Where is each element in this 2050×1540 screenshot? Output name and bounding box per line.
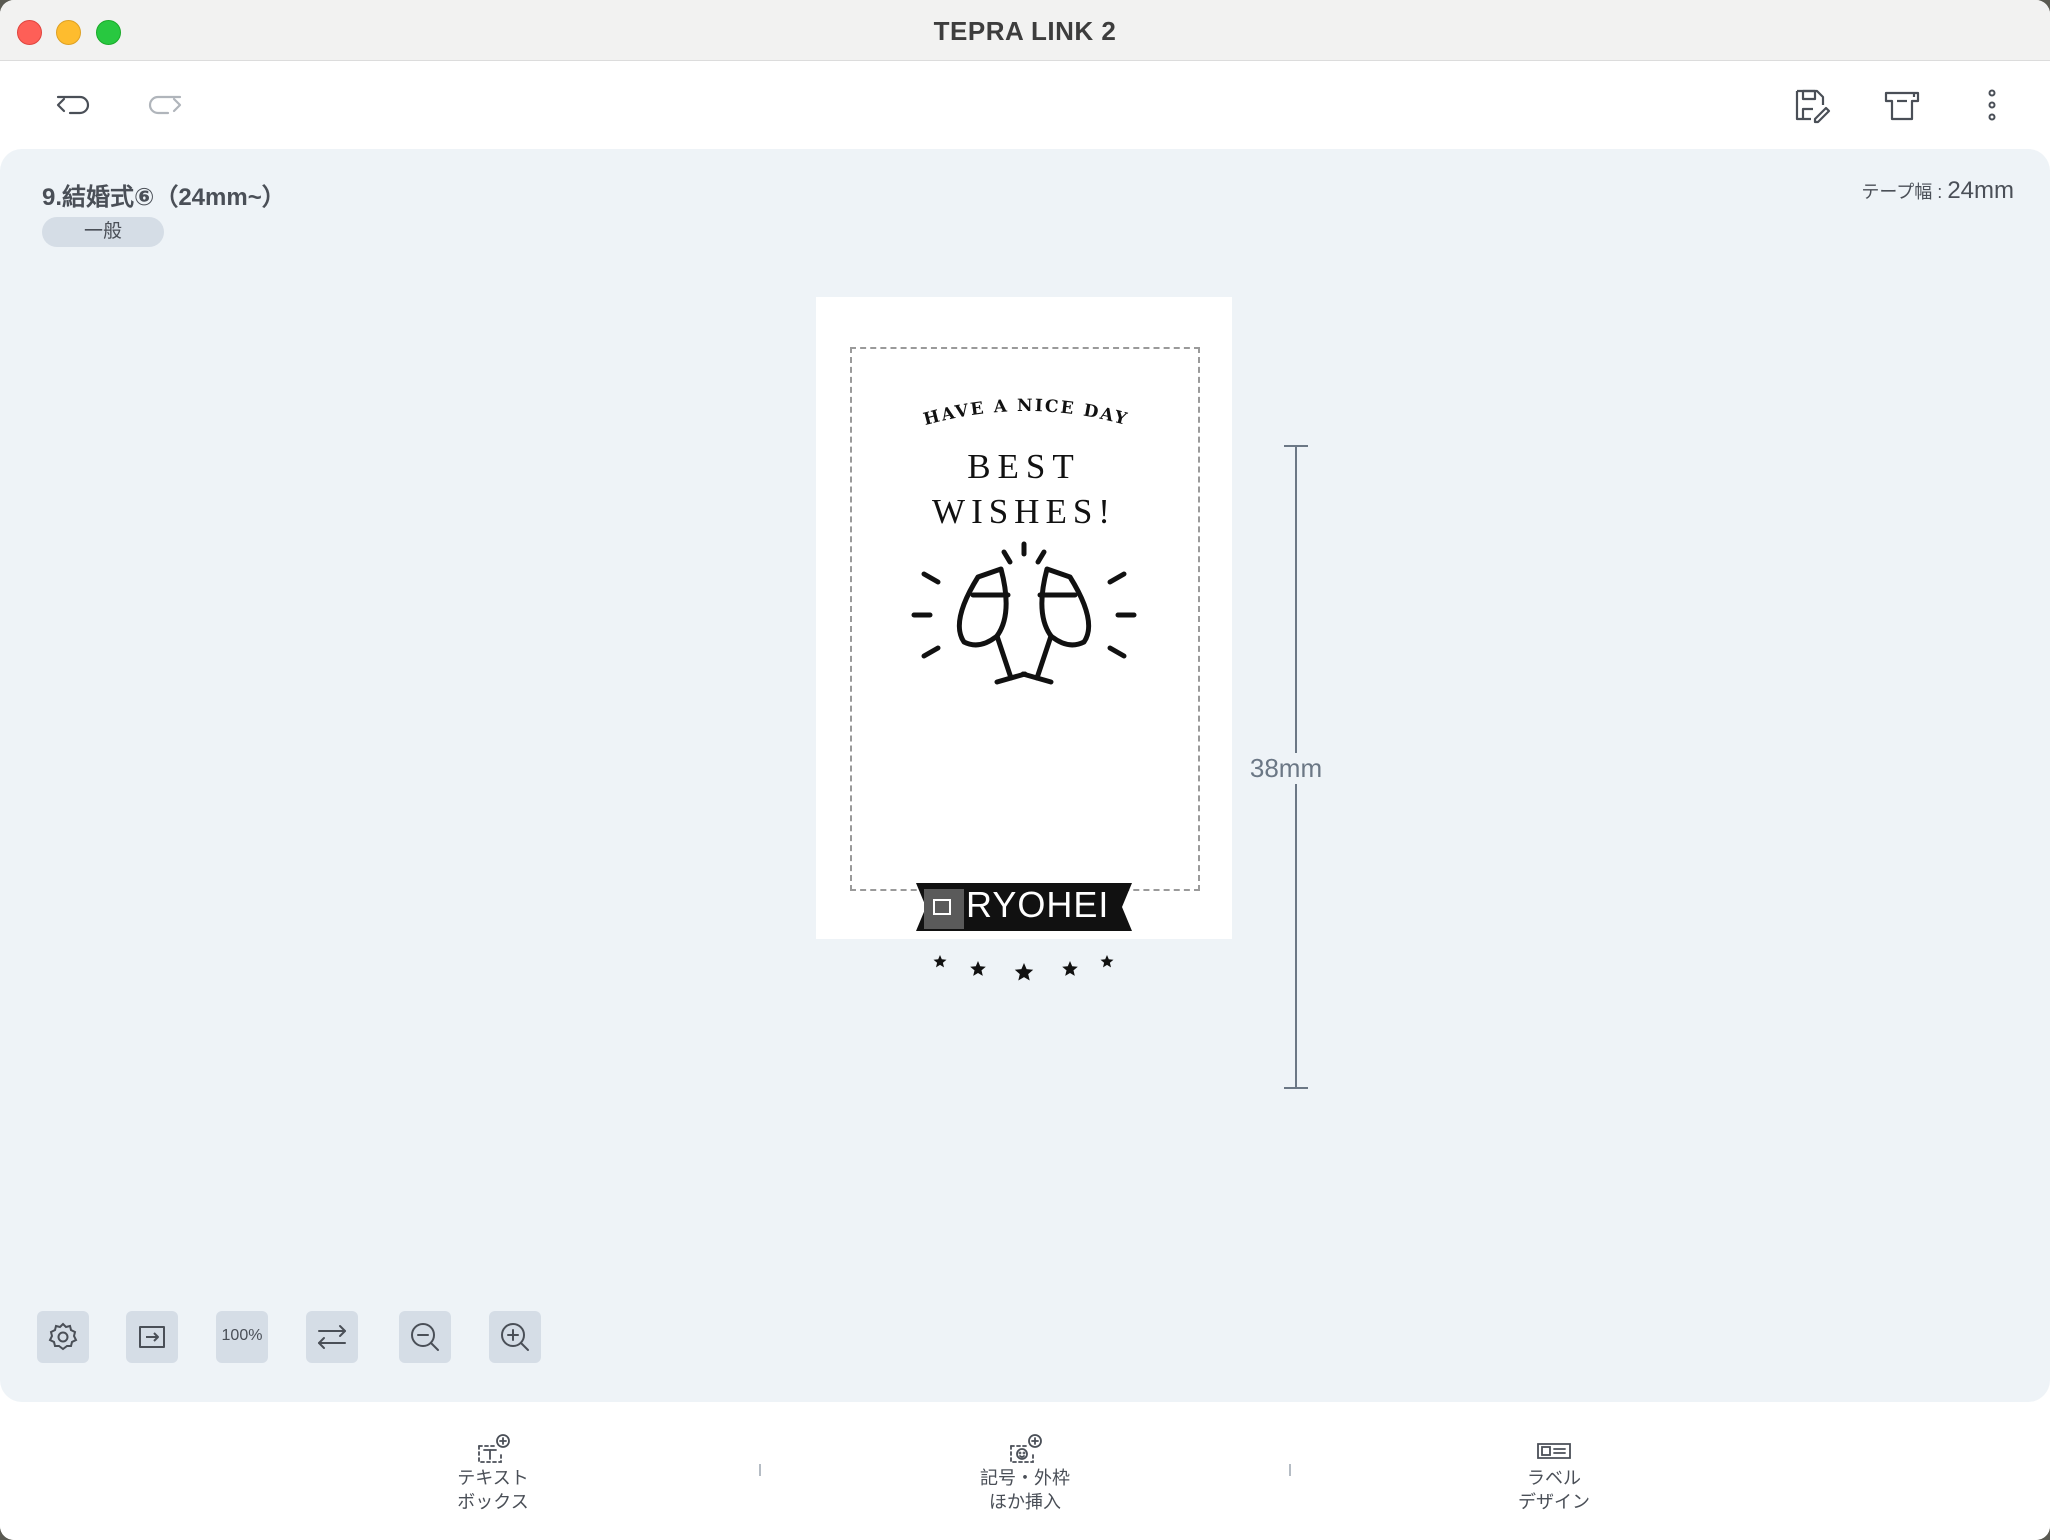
zoom-in-button[interactable] <box>489 1311 541 1363</box>
separator <box>1289 1464 1291 1476</box>
undo-button[interactable] <box>50 81 98 129</box>
text-wishes[interactable]: WISHES! <box>816 492 1232 532</box>
label-design-button[interactable]: ラベル デザイン <box>1474 1432 1634 1514</box>
tape-width-readout: テープ幅 : 24mm <box>1861 177 2014 205</box>
swap-orientation-icon <box>318 1325 346 1349</box>
design-label-line2: デザイン <box>1518 1492 1590 1512</box>
swap-orientation-button[interactable] <box>306 1311 358 1363</box>
svg-text:HAVE A NICE DAY: HAVE A NICE DAY <box>921 396 1130 430</box>
more-menu-button[interactable] <box>1968 81 2016 129</box>
editor-canvas: 9.結婚式⑥（24mm~） 一般 テープ幅 : 24mm HAVE A NICE… <box>0 149 2050 1402</box>
insert-symbol-frame-button[interactable]: 記号・外枠 ほか挿入 <box>945 1432 1105 1514</box>
text-field-marker-icon[interactable] <box>924 889 964 929</box>
symbol-add-icon <box>1010 1434 1042 1463</box>
fit-to-window-button[interactable] <box>126 1311 178 1363</box>
tape-width-value: 24mm <box>1947 177 2014 204</box>
fit-to-window-icon <box>139 1326 165 1348</box>
zoom-level-text: 100% <box>221 1327 263 1344</box>
label-length-text: 38mm <box>1246 753 1326 784</box>
text-box-add-icon <box>478 1434 510 1463</box>
zoom-in-icon <box>501 1323 529 1351</box>
template-name: 9.結婚式⑥（24mm~） <box>42 184 286 211</box>
more-vertical-icon <box>1988 89 1996 121</box>
champagne-toast-icon[interactable] <box>900 532 1148 692</box>
bottom-action-bar: テキスト ボックス 記号・外枠 ほか挿入 ラベル デザイン <box>0 1402 2050 1540</box>
title-bar: TEPRA LINK 2 <box>0 0 2050 61</box>
add-text-box-button[interactable]: テキスト ボックス <box>413 1432 573 1514</box>
name-text[interactable]: RYOHEI <box>966 884 1109 926</box>
undo-icon <box>56 95 90 115</box>
print-icon <box>1884 91 1920 121</box>
settings-gear-icon <box>48 1322 78 1351</box>
save-edit-icon <box>1795 89 1831 124</box>
arc-text-have-a-nice-day[interactable]: HAVE A NICE DAY <box>906 392 1146 432</box>
redo-icon <box>148 95 182 115</box>
insert-label-line2: ほか挿入 <box>989 1492 1061 1512</box>
redo-button[interactable] <box>140 81 188 129</box>
top-toolbar <box>0 61 2050 149</box>
label-preview[interactable]: HAVE A NICE DAY BEST WISHES! RYOHEI <box>816 297 1232 981</box>
print-button[interactable] <box>1878 81 1926 129</box>
window-title: TEPRA LINK 2 <box>933 16 1117 46</box>
label-design-icon <box>1537 1443 1571 1459</box>
tape-width-label: テープ幅 : <box>1861 182 1948 202</box>
settings-button[interactable] <box>37 1311 89 1363</box>
text-best[interactable]: BEST <box>816 447 1232 487</box>
zoom-out-icon <box>411 1323 439 1351</box>
text-box-label-line2: ボックス <box>457 1492 529 1512</box>
text-box-label-line1: テキスト <box>457 1468 529 1488</box>
category-badge: 一般 <box>42 217 164 247</box>
insert-label-line1: 記号・外枠 <box>980 1468 1070 1488</box>
design-label-line1: ラベル <box>1527 1468 1581 1488</box>
arc-text: HAVE A NICE DAY <box>921 396 1128 430</box>
save-button[interactable] <box>1787 81 1835 129</box>
app-window: TEPRA LINK 2 9.結婚式⑥（24mm~） 一般 テープ幅: 24m… <box>0 0 2050 1540</box>
zoom-100-button[interactable]: 100% <box>216 1311 268 1363</box>
separator <box>759 1464 761 1476</box>
zoom-out-button[interactable] <box>399 1311 451 1363</box>
stars-decoration[interactable] <box>932 953 1116 983</box>
